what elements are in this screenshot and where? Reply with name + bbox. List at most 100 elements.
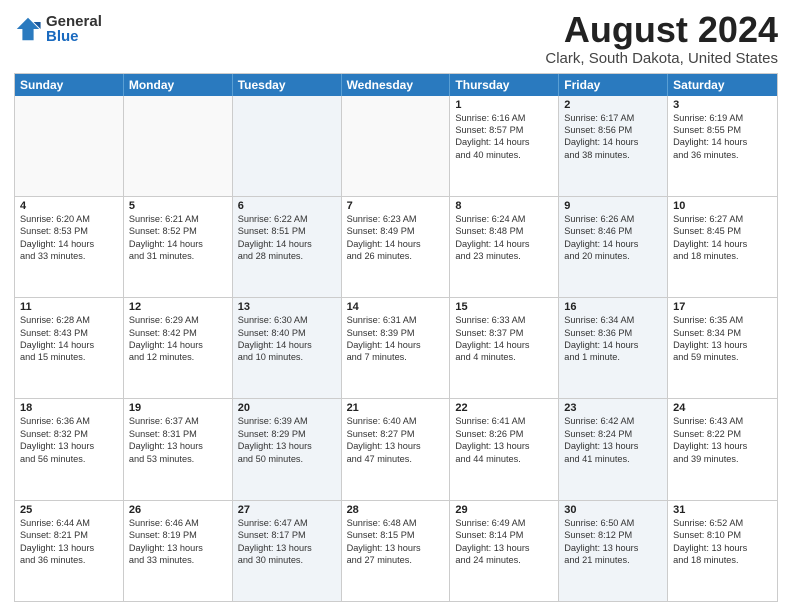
logo-general-text: General: [46, 14, 102, 29]
cal-day-4: 4Sunrise: 6:20 AMSunset: 8:53 PMDaylight…: [15, 197, 124, 297]
cal-empty-0-3: [342, 96, 451, 196]
cal-week-2: 4Sunrise: 6:20 AMSunset: 8:53 PMDaylight…: [15, 197, 777, 298]
day-number: 17: [673, 301, 772, 313]
day-number: 2: [564, 99, 662, 111]
day-info: Sunrise: 6:40 AMSunset: 8:27 PMDaylight:…: [347, 415, 445, 465]
cal-day-13: 13Sunrise: 6:30 AMSunset: 8:40 PMDayligh…: [233, 298, 342, 398]
cal-header-monday: Monday: [124, 74, 233, 96]
cal-day-31: 31Sunrise: 6:52 AMSunset: 8:10 PMDayligh…: [668, 501, 777, 601]
cal-day-6: 6Sunrise: 6:22 AMSunset: 8:51 PMDaylight…: [233, 197, 342, 297]
cal-week-4: 18Sunrise: 6:36 AMSunset: 8:32 PMDayligh…: [15, 399, 777, 500]
cal-week-1: 1Sunrise: 6:16 AMSunset: 8:57 PMDaylight…: [15, 96, 777, 197]
cal-day-15: 15Sunrise: 6:33 AMSunset: 8:37 PMDayligh…: [450, 298, 559, 398]
cal-day-18: 18Sunrise: 6:36 AMSunset: 8:32 PMDayligh…: [15, 399, 124, 499]
day-info: Sunrise: 6:27 AMSunset: 8:45 PMDaylight:…: [673, 213, 772, 263]
day-number: 10: [673, 200, 772, 212]
cal-day-1: 1Sunrise: 6:16 AMSunset: 8:57 PMDaylight…: [450, 96, 559, 196]
day-info: Sunrise: 6:19 AMSunset: 8:55 PMDaylight:…: [673, 112, 772, 162]
day-number: 26: [129, 504, 227, 516]
cal-day-2: 2Sunrise: 6:17 AMSunset: 8:56 PMDaylight…: [559, 96, 668, 196]
cal-header-friday: Friday: [559, 74, 668, 96]
day-info: Sunrise: 6:34 AMSunset: 8:36 PMDaylight:…: [564, 314, 662, 364]
day-info: Sunrise: 6:49 AMSunset: 8:14 PMDaylight:…: [455, 517, 553, 567]
day-number: 7: [347, 200, 445, 212]
cal-day-22: 22Sunrise: 6:41 AMSunset: 8:26 PMDayligh…: [450, 399, 559, 499]
logo: General Blue: [14, 14, 102, 44]
cal-day-29: 29Sunrise: 6:49 AMSunset: 8:14 PMDayligh…: [450, 501, 559, 601]
day-number: 12: [129, 301, 227, 313]
day-number: 29: [455, 504, 553, 516]
day-number: 8: [455, 200, 553, 212]
page: General Blue August 2024 Clark, South Da…: [0, 0, 792, 612]
cal-day-12: 12Sunrise: 6:29 AMSunset: 8:42 PMDayligh…: [124, 298, 233, 398]
cal-header-tuesday: Tuesday: [233, 74, 342, 96]
day-info: Sunrise: 6:23 AMSunset: 8:49 PMDaylight:…: [347, 213, 445, 263]
day-number: 22: [455, 402, 553, 414]
logo-icon: [14, 15, 42, 43]
day-info: Sunrise: 6:47 AMSunset: 8:17 PMDaylight:…: [238, 517, 336, 567]
day-number: 3: [673, 99, 772, 111]
main-title: August 2024: [545, 10, 778, 50]
day-info: Sunrise: 6:30 AMSunset: 8:40 PMDaylight:…: [238, 314, 336, 364]
cal-day-23: 23Sunrise: 6:42 AMSunset: 8:24 PMDayligh…: [559, 399, 668, 499]
day-info: Sunrise: 6:52 AMSunset: 8:10 PMDaylight:…: [673, 517, 772, 567]
day-number: 5: [129, 200, 227, 212]
logo-blue-text: Blue: [46, 29, 102, 44]
day-info: Sunrise: 6:48 AMSunset: 8:15 PMDaylight:…: [347, 517, 445, 567]
day-number: 28: [347, 504, 445, 516]
day-number: 18: [20, 402, 118, 414]
header: General Blue August 2024 Clark, South Da…: [14, 10, 778, 67]
day-number: 15: [455, 301, 553, 313]
day-number: 16: [564, 301, 662, 313]
cal-day-5: 5Sunrise: 6:21 AMSunset: 8:52 PMDaylight…: [124, 197, 233, 297]
subtitle: Clark, South Dakota, United States: [545, 50, 778, 67]
day-info: Sunrise: 6:33 AMSunset: 8:37 PMDaylight:…: [455, 314, 553, 364]
cal-day-16: 16Sunrise: 6:34 AMSunset: 8:36 PMDayligh…: [559, 298, 668, 398]
cal-empty-0-0: [15, 96, 124, 196]
cal-header-sunday: Sunday: [15, 74, 124, 96]
day-number: 23: [564, 402, 662, 414]
day-info: Sunrise: 6:16 AMSunset: 8:57 PMDaylight:…: [455, 112, 553, 162]
day-number: 6: [238, 200, 336, 212]
title-block: August 2024 Clark, South Dakota, United …: [545, 10, 778, 67]
day-info: Sunrise: 6:20 AMSunset: 8:53 PMDaylight:…: [20, 213, 118, 263]
cal-day-8: 8Sunrise: 6:24 AMSunset: 8:48 PMDaylight…: [450, 197, 559, 297]
day-info: Sunrise: 6:42 AMSunset: 8:24 PMDaylight:…: [564, 415, 662, 465]
day-number: 19: [129, 402, 227, 414]
day-number: 14: [347, 301, 445, 313]
logo-text: General Blue: [46, 14, 102, 44]
cal-day-28: 28Sunrise: 6:48 AMSunset: 8:15 PMDayligh…: [342, 501, 451, 601]
day-info: Sunrise: 6:21 AMSunset: 8:52 PMDaylight:…: [129, 213, 227, 263]
day-info: Sunrise: 6:29 AMSunset: 8:42 PMDaylight:…: [129, 314, 227, 364]
cal-day-10: 10Sunrise: 6:27 AMSunset: 8:45 PMDayligh…: [668, 197, 777, 297]
cal-day-7: 7Sunrise: 6:23 AMSunset: 8:49 PMDaylight…: [342, 197, 451, 297]
day-info: Sunrise: 6:26 AMSunset: 8:46 PMDaylight:…: [564, 213, 662, 263]
cal-day-24: 24Sunrise: 6:43 AMSunset: 8:22 PMDayligh…: [668, 399, 777, 499]
cal-empty-0-2: [233, 96, 342, 196]
cal-day-11: 11Sunrise: 6:28 AMSunset: 8:43 PMDayligh…: [15, 298, 124, 398]
cal-empty-0-1: [124, 96, 233, 196]
calendar-header: SundayMondayTuesdayWednesdayThursdayFrid…: [15, 74, 777, 96]
day-number: 31: [673, 504, 772, 516]
cal-day-30: 30Sunrise: 6:50 AMSunset: 8:12 PMDayligh…: [559, 501, 668, 601]
cal-day-3: 3Sunrise: 6:19 AMSunset: 8:55 PMDaylight…: [668, 96, 777, 196]
day-info: Sunrise: 6:24 AMSunset: 8:48 PMDaylight:…: [455, 213, 553, 263]
day-info: Sunrise: 6:17 AMSunset: 8:56 PMDaylight:…: [564, 112, 662, 162]
day-number: 9: [564, 200, 662, 212]
cal-week-5: 25Sunrise: 6:44 AMSunset: 8:21 PMDayligh…: [15, 501, 777, 601]
day-info: Sunrise: 6:22 AMSunset: 8:51 PMDaylight:…: [238, 213, 336, 263]
day-number: 13: [238, 301, 336, 313]
day-info: Sunrise: 6:46 AMSunset: 8:19 PMDaylight:…: [129, 517, 227, 567]
cal-day-17: 17Sunrise: 6:35 AMSunset: 8:34 PMDayligh…: [668, 298, 777, 398]
cal-header-thursday: Thursday: [450, 74, 559, 96]
cal-day-9: 9Sunrise: 6:26 AMSunset: 8:46 PMDaylight…: [559, 197, 668, 297]
day-number: 24: [673, 402, 772, 414]
day-info: Sunrise: 6:28 AMSunset: 8:43 PMDaylight:…: [20, 314, 118, 364]
cal-week-3: 11Sunrise: 6:28 AMSunset: 8:43 PMDayligh…: [15, 298, 777, 399]
cal-header-saturday: Saturday: [668, 74, 777, 96]
day-number: 25: [20, 504, 118, 516]
calendar-body: 1Sunrise: 6:16 AMSunset: 8:57 PMDaylight…: [15, 96, 777, 601]
cal-day-21: 21Sunrise: 6:40 AMSunset: 8:27 PMDayligh…: [342, 399, 451, 499]
day-number: 20: [238, 402, 336, 414]
day-info: Sunrise: 6:50 AMSunset: 8:12 PMDaylight:…: [564, 517, 662, 567]
